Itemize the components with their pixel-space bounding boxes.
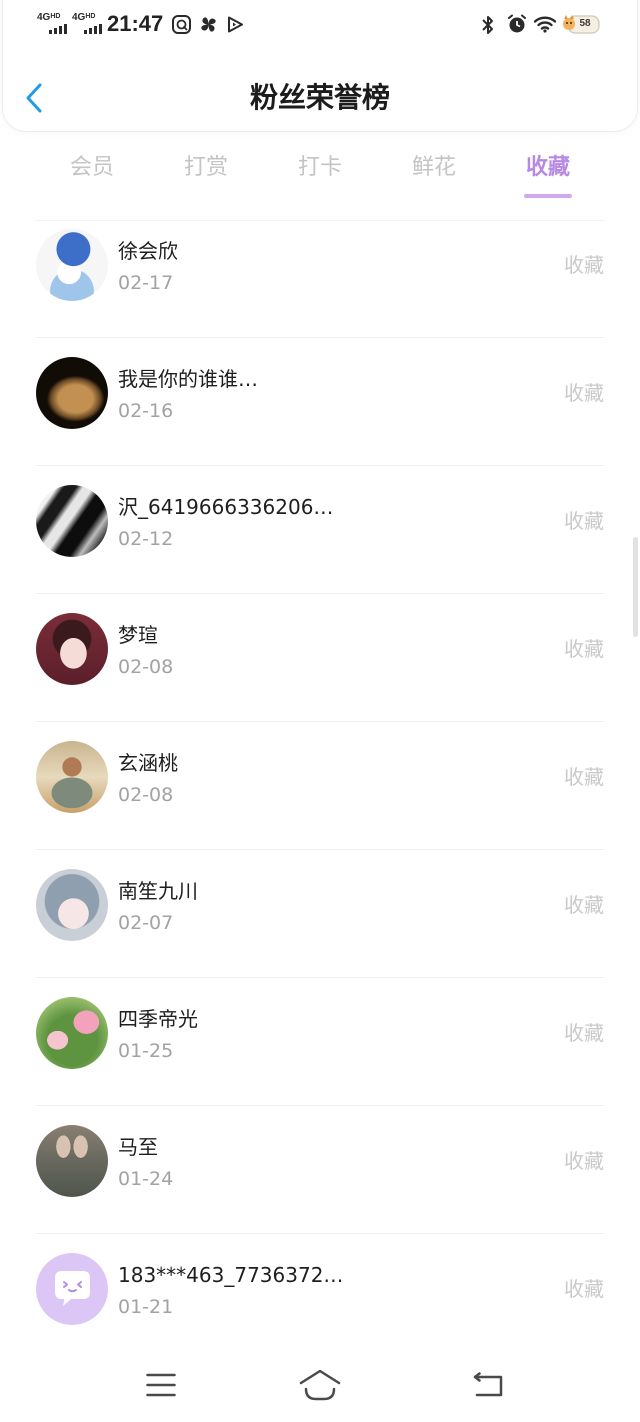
fan-name: 183***463_7736372… — [118, 1263, 344, 1287]
action-label: 收藏 — [564, 509, 604, 533]
tab-checkin[interactable]: 打卡 — [263, 150, 377, 186]
fan-date: 02-07 — [118, 912, 174, 934]
tab-reward[interactable]: 打赏 — [149, 150, 263, 186]
list-item[interactable]: 我是你的谁谁… 02-16 收藏 — [0, 338, 640, 466]
action-label: 收藏 — [564, 893, 604, 917]
back-icon[interactable] — [472, 1372, 504, 1398]
fan-name: 徐会欣 — [118, 239, 178, 263]
list-item[interactable]: 四季帝光 01-25 收藏 — [0, 978, 640, 1106]
play-icon — [228, 16, 243, 33]
signal-bars-icon — [84, 24, 102, 34]
action-label: 收藏 — [564, 637, 604, 661]
fan-date: 01-24 — [118, 1168, 174, 1190]
tab-label: 收藏 — [525, 155, 570, 180]
tab-member[interactable]: 会员 — [35, 150, 149, 186]
active-tab-indicator — [524, 194, 572, 198]
chat-bubble-icon — [55, 1271, 90, 1306]
action-label: 收藏 — [564, 381, 604, 405]
wifi-icon — [533, 16, 557, 33]
list-item[interactable]: 马至 01-24 收藏 — [0, 1106, 640, 1234]
fan-name: 马至 — [118, 1135, 158, 1159]
action-label: 收藏 — [564, 253, 604, 277]
scrollbar[interactable] — [633, 537, 638, 637]
tab-flowers[interactable]: 鲜花 — [377, 150, 491, 186]
fan-date: 02-08 — [118, 784, 174, 806]
fan-name: 沢_6419666336206… — [118, 495, 334, 519]
network-label: 4GHD — [37, 12, 61, 23]
avatar[interactable] — [36, 741, 108, 813]
fan-date: 01-25 — [118, 1040, 174, 1062]
bluetooth-icon — [482, 16, 493, 34]
status-time: 21:47 — [107, 11, 164, 36]
fan-date: 01-21 — [118, 1296, 174, 1318]
cellular-signal-1: 4GHD — [37, 13, 67, 34]
list-item[interactable]: 南笙九川 02-07 收藏 — [0, 850, 640, 978]
avatar[interactable] — [36, 357, 108, 429]
menu-icon[interactable] — [146, 1373, 176, 1397]
fan-name: 我是你的谁谁… — [118, 367, 258, 391]
battery-icon: 58 — [562, 12, 602, 36]
avatar[interactable] — [36, 1125, 108, 1197]
list-item[interactable]: 183***463_7736372… 01-21 收藏 — [0, 1234, 640, 1362]
cellular-signal-2: 4GHD — [72, 13, 102, 34]
list-item[interactable]: 沢_6419666336206… 02-12 收藏 — [0, 466, 640, 594]
action-label: 收藏 — [564, 765, 604, 789]
avatar[interactable] — [36, 229, 108, 301]
action-label: 收藏 — [564, 1021, 604, 1045]
fan-list: 徐会欣 02-17 收藏 我是你的谁谁… 02-16 收藏 沢_64196663… — [0, 210, 640, 1362]
action-label: 收藏 — [564, 1149, 604, 1173]
tab-bar: 会员 打赏 打卡 鲜花 收藏 — [35, 150, 605, 198]
fan-name: 四季帝光 — [118, 1007, 198, 1031]
list-item[interactable]: 玄涵桃 02-08 收藏 — [0, 722, 640, 850]
fan-name: 南笙九川 — [118, 879, 198, 903]
fan-name: 梦瑄 — [118, 623, 158, 647]
battery-level: 58 — [579, 18, 591, 29]
avatar[interactable] — [36, 869, 108, 941]
action-label: 收藏 — [564, 1277, 604, 1301]
fan-date: 02-16 — [118, 400, 174, 422]
signal-bars-icon — [49, 24, 67, 34]
avatar[interactable] — [36, 485, 108, 557]
fan-date: 02-17 — [118, 272, 174, 294]
network-label: 4GHD — [72, 12, 96, 23]
home-icon[interactable] — [299, 1369, 341, 1401]
assistant-app-icon — [172, 15, 191, 34]
page-title: 粉丝荣誉榜 — [249, 81, 390, 114]
fan-date: 02-08 — [118, 656, 174, 678]
fan-icon — [201, 17, 216, 32]
avatar[interactable] — [36, 997, 108, 1069]
fan-date: 02-12 — [118, 528, 174, 550]
avatar[interactable] — [36, 1253, 108, 1325]
fan-name: 玄涵桃 — [118, 751, 178, 775]
alarm-icon — [508, 14, 526, 33]
list-item[interactable]: 徐会欣 02-17 收藏 — [0, 210, 640, 338]
list-item[interactable]: 梦瑄 02-08 收藏 — [0, 594, 640, 722]
avatar[interactable] — [36, 613, 108, 685]
tab-favorites[interactable]: 收藏 — [491, 150, 605, 198]
